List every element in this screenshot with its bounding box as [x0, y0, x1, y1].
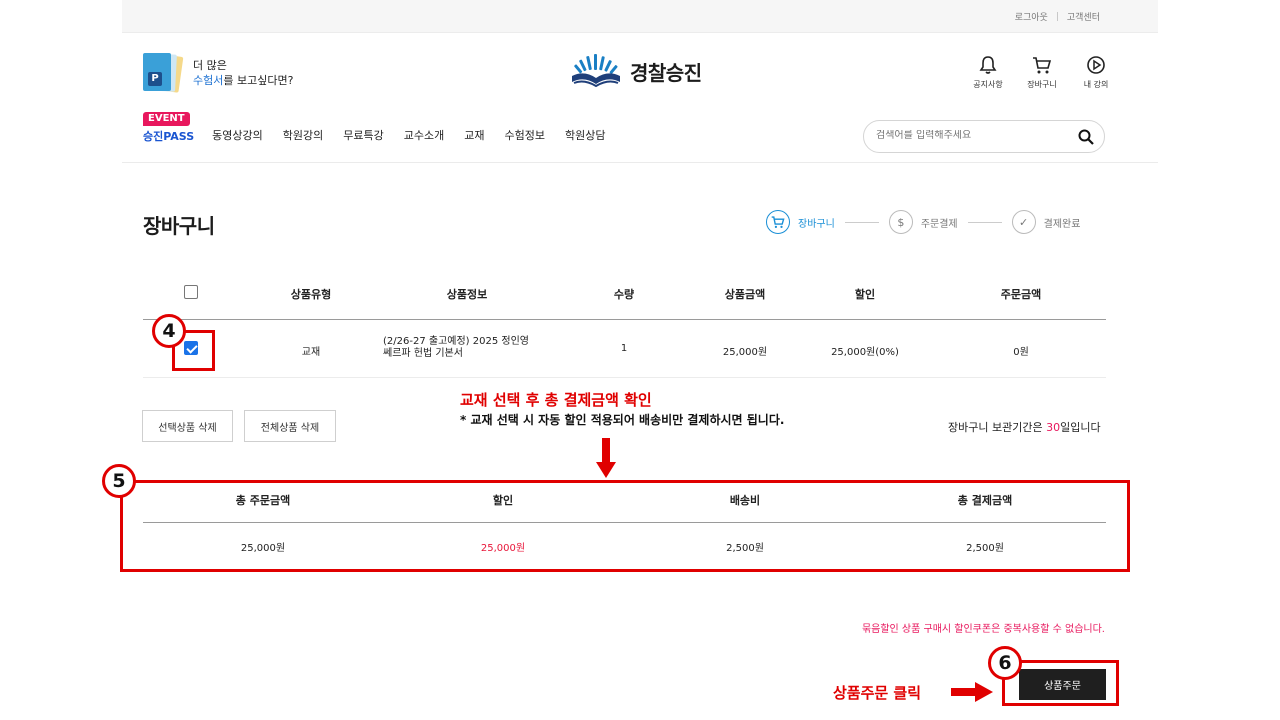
top-utility-bar: 로그아웃 | 고객센터: [122, 0, 1158, 33]
retention-pre: 장바구니 보관기간은: [948, 421, 1047, 434]
checkout-steps: 장바구니 $ 주문결제 ✓ 결제완료: [766, 210, 1080, 234]
select-all-checkbox[interactable]: [184, 285, 198, 302]
item-info-line1: (2/26-27 출고예정) 2025 정인영: [383, 336, 529, 347]
utility-separator: |: [1055, 11, 1059, 22]
promo-line2: 수험서를 보고싶다면?: [193, 73, 293, 88]
nav-item-video[interactable]: 동영상강의: [212, 127, 263, 144]
nav-item-books[interactable]: 교재: [464, 127, 484, 144]
promo-text: 더 많은 수험서를 보고싶다면?: [193, 58, 293, 88]
nav-item-exam-info[interactable]: 수험정보: [504, 127, 544, 144]
col-header-discount: 할인: [854, 288, 876, 301]
bell-icon: [979, 56, 997, 74]
book-logo-icon: [572, 54, 620, 88]
page-title: 장바구니: [143, 214, 215, 238]
delete-selected-button[interactable]: 선택상품 삭제: [142, 410, 233, 442]
retention-notice: 장바구니 보관기간은 30일입니다: [948, 419, 1101, 435]
col-header-info: 상품정보: [446, 288, 488, 301]
step-payment: $ 주문결제: [888, 210, 958, 234]
retention-post: 일입니다: [1060, 421, 1101, 434]
item-type: 교재: [301, 347, 321, 358]
play-icon: [1087, 56, 1105, 74]
event-badge: EVENT: [143, 112, 190, 126]
step-complete-label: 결제완료: [1043, 218, 1081, 230]
nav-item-consulting[interactable]: 학원상담: [565, 127, 605, 144]
site-logo[interactable]: 경찰승진: [570, 52, 702, 90]
header-icon-menu: 공지사항 장바구니 내 강의: [968, 55, 1116, 90]
search-box: [863, 120, 1105, 153]
item-price: 25,000원: [722, 347, 768, 358]
cart-step-icon: [766, 210, 790, 234]
nav-item-event-pass[interactable]: EVENT 승진PASS: [143, 112, 194, 144]
header-divider: [122, 162, 1158, 163]
nav-item-professors[interactable]: 교수소개: [404, 127, 444, 144]
annotation-badge-6: 6: [988, 646, 1022, 680]
annotation-box-summary: [120, 480, 1130, 572]
check-step-icon: ✓: [1011, 210, 1036, 234]
search-icon[interactable]: [1078, 129, 1094, 145]
logo-text: 경찰승진: [630, 60, 702, 85]
item-info-line2: 쎄르파 헌법 기본서: [383, 348, 463, 359]
delete-all-button[interactable]: 전체상품 삭제: [244, 410, 336, 442]
item-discount: 25,000원(0%): [831, 347, 899, 358]
event-pass-label: 승진PASS: [143, 130, 195, 143]
col-header-type: 상품유형: [290, 288, 332, 301]
step-connector: [967, 221, 1002, 223]
step-cart: 장바구니: [766, 210, 835, 234]
coupon-notice: 묶음할인 상품 구매시 할인쿠폰은 중복사용할 수 없습니다.: [861, 624, 1105, 635]
step-cart-label: 장바구니: [798, 218, 835, 230]
promo-line2-rest: 를 보고싶다면?: [223, 74, 294, 87]
logout-link[interactable]: 로그아웃: [1015, 10, 1048, 23]
col-header-price: 상품금액: [724, 288, 766, 301]
notice-label: 공지사항: [973, 80, 1003, 89]
table-row: 교재 (2/26-27 출고예정) 2025 정인영 쎄르파 헌법 기본서 1 …: [143, 321, 1106, 378]
my-lecture-button[interactable]: 내 강의: [1076, 55, 1116, 90]
step-connector: [844, 221, 879, 223]
step-payment-label: 주문결제: [920, 218, 958, 230]
col-header-order-amount: 주문금액: [1000, 288, 1042, 301]
dollar-step-icon: $: [888, 210, 913, 234]
notice-button[interactable]: 공지사항: [968, 55, 1008, 90]
cart-icon: [1033, 57, 1052, 74]
promo-banner[interactable]: 더 많은 수험서를 보고싶다면?: [143, 53, 293, 93]
step-complete: ✓ 결제완료: [1011, 210, 1081, 234]
item-info[interactable]: (2/26-27 출고예정) 2025 정인영 쎄르파 헌법 기본서: [383, 336, 558, 360]
item-order-amount: 0원: [1013, 347, 1029, 358]
cart-table-header: 상품유형 상품정보 수량 상품금액 할인 주문금액: [143, 280, 1106, 320]
annotation-badge-4: 4: [152, 314, 186, 348]
nav-item-academy[interactable]: 학원강의: [283, 127, 323, 144]
promo-line1: 더 많은: [193, 59, 227, 72]
my-lecture-label: 내 강의: [1083, 80, 1109, 89]
annotation-order-click: 상품주문 클릭: [833, 684, 922, 702]
book-stack-icon: [143, 53, 184, 93]
annotation-title: 교재 선택 후 총 결제금액 확인: [460, 391, 652, 409]
annotation-note: * 교재 선택 시 자동 할인 적용되어 배송비만 결제하시면 됩니다.: [460, 413, 785, 427]
annotation-badge-5: 5: [102, 464, 136, 498]
arrow-right-icon: [951, 682, 993, 702]
arrow-down-icon: [596, 438, 616, 478]
item-qty: 1: [620, 343, 628, 354]
search-input[interactable]: [876, 130, 1066, 141]
support-link[interactable]: 고객센터: [1067, 10, 1100, 23]
cart-button[interactable]: 장바구니: [1022, 55, 1062, 90]
nav-item-free-lecture[interactable]: 무료특강: [343, 127, 383, 144]
col-header-qty: 수량: [613, 288, 635, 301]
cart-label: 장바구니: [1027, 80, 1057, 89]
retention-days: 30: [1046, 421, 1061, 434]
utility-links: 로그아웃 | 고객센터: [1015, 10, 1100, 24]
main-nav: EVENT 승진PASS 동영상강의 학원강의 무료특강 교수소개 교재 수험정…: [143, 112, 625, 144]
promo-highlight: 수험서: [193, 74, 224, 87]
